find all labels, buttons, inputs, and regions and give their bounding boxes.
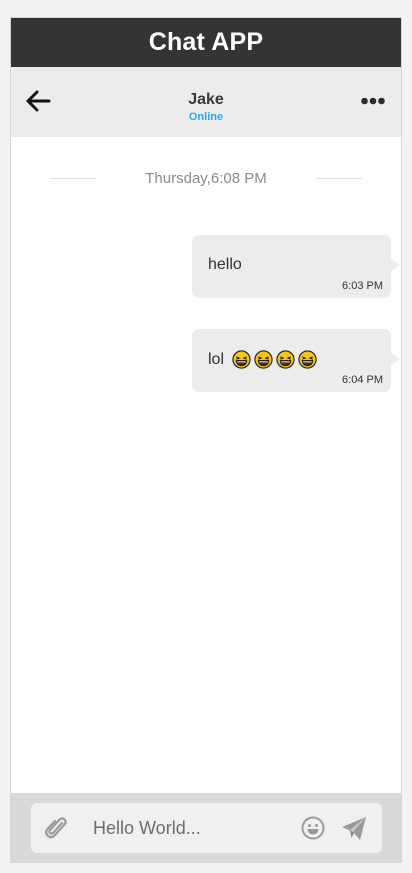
laughing-emoji-icon bbox=[298, 350, 317, 369]
laughing-emoji-icon bbox=[254, 350, 273, 369]
chat-app: Chat APP Jake Online Thursday,6:08 PM he… bbox=[10, 17, 402, 863]
message-body: hello bbox=[208, 256, 242, 273]
composer-bar bbox=[11, 793, 401, 862]
message-bubble[interactable]: lol 6:04 PM bbox=[192, 329, 400, 392]
paperclip-icon[interactable] bbox=[45, 815, 67, 841]
contact-name: Jake bbox=[188, 91, 224, 108]
message-bubble[interactable]: hello 6:03 PM bbox=[192, 235, 400, 298]
date-separator: Thursday,6:08 PM bbox=[11, 168, 401, 188]
laughing-emoji-icon bbox=[232, 350, 251, 369]
composer-box bbox=[31, 803, 382, 853]
smiley-icon[interactable] bbox=[301, 816, 325, 840]
message-text: lol bbox=[208, 350, 317, 369]
contact-info: Jake Online bbox=[11, 91, 401, 124]
contact-status: Online bbox=[188, 111, 224, 123]
chat-header: Jake Online bbox=[11, 67, 401, 137]
message-text: hello bbox=[208, 256, 242, 274]
message-body: lol bbox=[208, 350, 225, 368]
message-time: 6:04 PM bbox=[342, 374, 383, 386]
app-title: Chat APP bbox=[11, 18, 401, 67]
more-options-icon[interactable] bbox=[361, 96, 385, 106]
divider-line bbox=[316, 177, 362, 179]
message-list[interactable]: Thursday,6:08 PM hello 6:03 PM lol 6:04 … bbox=[11, 137, 401, 793]
date-label: Thursday,6:08 PM bbox=[145, 169, 267, 187]
divider-line bbox=[50, 177, 96, 179]
message-time: 6:03 PM bbox=[342, 280, 383, 292]
laughing-emoji-icon bbox=[276, 350, 295, 369]
message-input[interactable] bbox=[93, 813, 283, 843]
paper-plane-icon[interactable] bbox=[341, 816, 367, 841]
